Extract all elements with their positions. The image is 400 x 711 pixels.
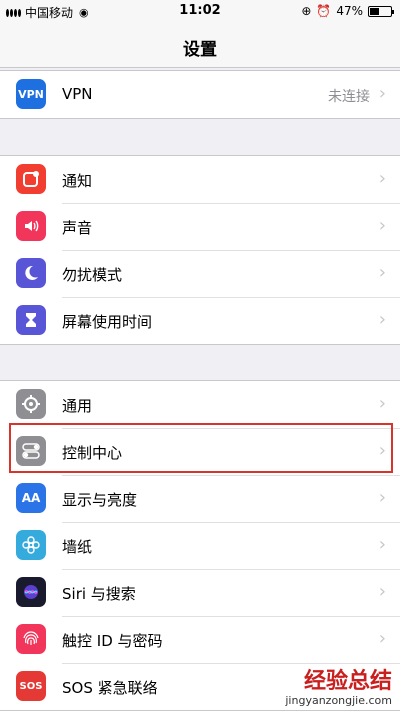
row-label: SOS 紧急联络 xyxy=(62,679,158,697)
display-icon: AA xyxy=(16,483,46,513)
settings-row-siri[interactable]: Siri 与搜索 › xyxy=(0,569,400,616)
battery-percent: 47% xyxy=(336,4,363,18)
chevron-right-icon: › xyxy=(378,581,386,602)
chevron-right-icon: › xyxy=(378,487,386,508)
row-label: 控制中心 xyxy=(62,444,123,462)
wallpaper-icon xyxy=(16,530,46,560)
row-label: 显示与亮度 xyxy=(62,491,138,509)
settings-group-general: 通用 › 控制中心 › AA 显示与亮度 › 墙纸 › Siri 与搜索 › 触… xyxy=(0,380,400,711)
settings-row-sounds[interactable]: 声音 › xyxy=(0,203,400,250)
watermark: 经验总结 jingyanzongjie.com xyxy=(285,669,392,708)
fingerprint-icon xyxy=(16,624,46,654)
row-label: 勿扰模式 xyxy=(62,266,123,284)
sos-icon: SOS xyxy=(16,671,46,701)
row-label: VPN xyxy=(62,85,93,103)
chevron-right-icon: › xyxy=(378,628,386,649)
chevron-right-icon: › xyxy=(378,83,386,104)
chevron-right-icon: › xyxy=(378,440,386,461)
row-label: 墙纸 xyxy=(62,538,93,556)
settings-row-wallpaper[interactable]: 墙纸 › xyxy=(0,522,400,569)
row-label: 屏幕使用时间 xyxy=(62,313,153,331)
chevron-right-icon: › xyxy=(378,309,386,330)
chevron-right-icon: › xyxy=(378,168,386,189)
switch-icon xyxy=(16,436,46,466)
moon-icon xyxy=(16,258,46,288)
status-right: ⊕ ⏰ 47% xyxy=(301,4,394,18)
settings-row-control-center[interactable]: 控制中心 › xyxy=(0,428,400,475)
row-label: Siri 与搜索 xyxy=(62,585,136,603)
chevron-right-icon: › xyxy=(378,262,386,283)
siri-icon xyxy=(16,577,46,607)
watermark-title: 经验总结 xyxy=(303,669,392,694)
row-label: 触控 ID 与密码 xyxy=(62,632,163,650)
settings-group-network: VPN VPN 未连接 › xyxy=(0,70,400,119)
row-label: 通用 xyxy=(62,397,93,415)
hourglass-icon xyxy=(16,305,46,335)
settings-row-screen-time[interactable]: 屏幕使用时间 › xyxy=(0,297,400,344)
row-label: 声音 xyxy=(62,219,93,237)
settings-row-display[interactable]: AA 显示与亮度 › xyxy=(0,475,400,522)
settings-row-touch-id[interactable]: 触控 ID 与密码 › xyxy=(0,616,400,663)
chevron-right-icon: › xyxy=(378,393,386,414)
settings-row-notifications[interactable]: 通知 › xyxy=(0,156,400,203)
settings-row-do-not-disturb[interactable]: 勿扰模式 › xyxy=(0,250,400,297)
chevron-right-icon: › xyxy=(378,534,386,555)
status-bar: 中国移动 ◉ 11:02 ⊕ ⏰ 47% xyxy=(0,0,400,24)
chevron-right-icon: › xyxy=(378,215,386,236)
watermark-url: jingyanzongjie.com xyxy=(285,694,392,707)
settings-row-general[interactable]: 通用 › xyxy=(0,381,400,428)
vpn-status: 未连接 xyxy=(328,89,370,105)
gear-icon xyxy=(16,389,46,419)
rotation-lock-icon: ⊕ xyxy=(301,4,312,18)
page-title: 设置 xyxy=(183,40,217,60)
battery-icon xyxy=(368,5,394,17)
settings-group-notifications: 通知 › 声音 › 勿扰模式 › 屏幕使用时间 › xyxy=(0,155,400,345)
notification-icon xyxy=(16,164,46,194)
settings-row-vpn[interactable]: VPN VPN 未连接 › xyxy=(0,71,400,118)
vpn-icon: VPN xyxy=(16,79,46,109)
row-label: 通知 xyxy=(62,172,93,190)
sound-icon xyxy=(16,211,46,241)
navigation-bar: 设置 xyxy=(0,24,400,68)
alarm-icon: ⏰ xyxy=(316,4,332,18)
